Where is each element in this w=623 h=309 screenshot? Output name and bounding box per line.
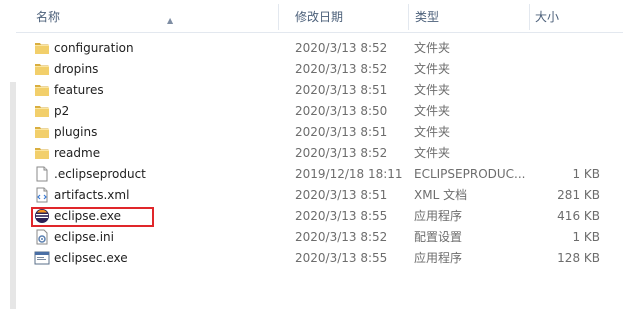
file-name: configuration	[54, 41, 134, 55]
file-row-plugins[interactable]: plugins 2020/3/13 8:51 文件夹	[16, 122, 623, 143]
file-type: 文件夹	[414, 146, 451, 160]
file-name: features	[54, 83, 104, 97]
file-date: 2020/3/13 8:50	[295, 104, 388, 118]
file-row-artifacts-xml[interactable]: artifacts.xml 2020/3/13 8:51 XML 文档 281 …	[16, 185, 623, 206]
file-type: 文件夹	[414, 83, 451, 97]
file-row-eclipse-ini[interactable]: eclipse.ini 2020/3/13 8:52 配置设置 1 KB	[16, 227, 623, 248]
file-row-eclipsec-exe[interactable]: eclipsec.exe 2020/3/13 8:55 应用程序 128 KB	[16, 248, 623, 269]
column-header-name-label: 名称	[36, 10, 61, 24]
column-header-name[interactable]: 名称 ▲	[16, 0, 279, 32]
file-type: 应用程序	[414, 209, 463, 223]
file-type: 文件夹	[414, 125, 451, 139]
file-type: XML 文档	[414, 188, 468, 202]
highlight-box-eclipse-exe	[31, 207, 154, 227]
file-name: artifacts.xml	[54, 188, 130, 202]
file-row-configuration[interactable]: configuration 2020/3/13 8:52 文件夹	[16, 38, 623, 59]
file-date: 2019/12/18 18:11	[295, 167, 403, 181]
file-type: 应用程序	[414, 251, 463, 265]
exe-window-icon	[34, 250, 50, 266]
column-header-type[interactable]: 类型	[409, 0, 530, 32]
folder-icon	[34, 103, 50, 119]
file-type: 文件夹	[414, 41, 451, 55]
column-header-date[interactable]: 修改日期	[279, 0, 409, 32]
file-size: 416 KB	[557, 209, 600, 223]
file-row-features[interactable]: features 2020/3/13 8:51 文件夹	[16, 80, 623, 101]
file-row-eclipseproduct[interactable]: .eclipseproduct 2019/12/18 18:11 ECLIPSE…	[16, 164, 623, 185]
file-type: 文件夹	[414, 104, 451, 118]
file-name: p2	[54, 104, 70, 118]
xml-file-icon	[34, 187, 50, 203]
file-name: eclipse.ini	[54, 230, 114, 244]
column-header-bar: 名称 ▲ 修改日期 类型 大小	[16, 0, 623, 33]
column-header-size-label: 大小	[535, 10, 560, 24]
file-date: 2020/3/13 8:55	[295, 251, 388, 265]
file-date: 2020/3/13 8:52	[295, 41, 388, 55]
file-date: 2020/3/13 8:52	[295, 230, 388, 244]
folder-icon	[34, 40, 50, 56]
file-size: 1 KB	[572, 167, 600, 181]
file-date: 2020/3/13 8:52	[295, 146, 388, 160]
file-name: dropins	[54, 62, 99, 76]
file-name: plugins	[54, 125, 98, 139]
file-size: 281 KB	[557, 188, 600, 202]
folder-icon	[34, 61, 50, 77]
folder-icon	[34, 145, 50, 161]
file-date: 2020/3/13 8:51	[295, 83, 388, 97]
file-icon	[34, 166, 50, 182]
file-type: ECLIPSEPRODUC...	[414, 167, 526, 181]
file-date: 2020/3/13 8:52	[295, 62, 388, 76]
file-size	[530, 101, 600, 122]
file-size	[530, 38, 600, 59]
file-size	[530, 122, 600, 143]
folder-icon	[34, 82, 50, 98]
file-size: 1 KB	[572, 230, 600, 244]
file-size: 128 KB	[557, 251, 600, 265]
file-name: eclipsec.exe	[54, 251, 128, 265]
file-row-p2[interactable]: p2 2020/3/13 8:50 文件夹	[16, 101, 623, 122]
column-header-date-label: 修改日期	[295, 10, 344, 24]
file-size	[530, 143, 600, 164]
file-date: 2020/3/13 8:51	[295, 188, 388, 202]
file-name: readme	[54, 146, 101, 160]
file-list: configuration 2020/3/13 8:52 文件夹 dropins…	[16, 38, 623, 269]
file-row-readme[interactable]: readme 2020/3/13 8:52 文件夹	[16, 143, 623, 164]
file-type: 配置设置	[414, 230, 463, 244]
file-row-dropins[interactable]: dropins 2020/3/13 8:52 文件夹	[16, 59, 623, 80]
file-size	[530, 59, 600, 80]
settings-file-icon	[34, 229, 50, 245]
file-type: 文件夹	[414, 62, 451, 76]
column-header-type-label: 类型	[415, 10, 440, 24]
file-size	[530, 80, 600, 101]
navigation-pane-edge	[0, 0, 16, 309]
file-name: .eclipseproduct	[54, 167, 146, 181]
file-date: 2020/3/13 8:51	[295, 125, 388, 139]
sort-ascending-icon: ▲	[167, 16, 174, 25]
file-date: 2020/3/13 8:55	[295, 209, 388, 223]
column-header-size[interactable]: 大小	[530, 0, 623, 32]
folder-icon	[34, 124, 50, 140]
